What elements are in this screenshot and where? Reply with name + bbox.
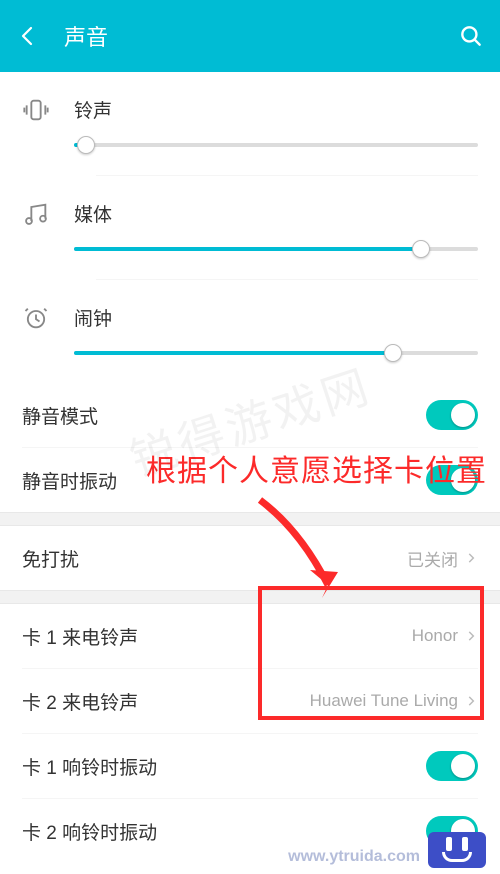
volume-row-media: 媒体 [22,176,478,279]
row-label: 卡 1 来电铃声 [22,623,138,650]
back-icon[interactable] [16,24,40,48]
chevron-right-icon [464,694,478,708]
row-label: 免打扰 [22,545,79,572]
row-value: Honor [412,626,458,646]
row-sim1-vibrate-on-ring: 卡 1 响铃时振动 [0,734,500,798]
media-slider[interactable] [74,247,478,251]
header: 声音 [0,0,500,72]
row-value: Huawei Tune Living [310,691,458,711]
row-sim2-ringtone[interactable]: 卡 2 来电铃声 Huawei Tune Living [0,669,500,733]
chevron-right-icon [464,551,478,565]
row-label: 卡 2 响铃时振动 [22,818,157,845]
alarm-slider[interactable] [74,351,478,355]
search-icon[interactable] [458,23,484,49]
row-label: 静音模式 [22,402,98,429]
row-label: 卡 1 响铃时振动 [22,753,157,780]
volume-label: 铃声 [74,96,478,123]
volume-row-ringtone: 铃声 [22,72,478,175]
vibrate-silent-toggle[interactable] [426,465,478,495]
alarm-icon [22,304,50,332]
ringtone-slider[interactable] [74,143,478,147]
row-value: 已关闭 [407,546,458,571]
row-sim2-vibrate-on-ring: 卡 2 响铃时振动 [0,799,500,863]
row-label: 静音时振动 [22,467,117,494]
row-sim1-ringtone[interactable]: 卡 1 来电铃声 Honor [0,604,500,668]
volume-section: 铃声 媒体 闹钟 [0,72,500,383]
chevron-right-icon [464,629,478,643]
vibrate-icon [22,96,50,124]
silent-toggle[interactable] [426,400,478,430]
sim1-ring-vibrate-toggle[interactable] [426,751,478,781]
volume-label: 闹钟 [74,304,478,331]
music-icon [22,200,50,228]
row-vibrate-on-silent: 静音时振动 [0,448,500,512]
row-silent-mode: 静音模式 [0,383,500,447]
section-divider [0,590,500,604]
sim2-ring-vibrate-toggle[interactable] [426,816,478,846]
row-dnd[interactable]: 免打扰 已关闭 [0,526,500,590]
section-divider [0,512,500,526]
row-label: 卡 2 来电铃声 [22,688,138,715]
volume-label: 媒体 [74,200,478,227]
page-title: 声音 [64,20,458,52]
volume-row-alarm: 闹钟 [22,280,478,383]
